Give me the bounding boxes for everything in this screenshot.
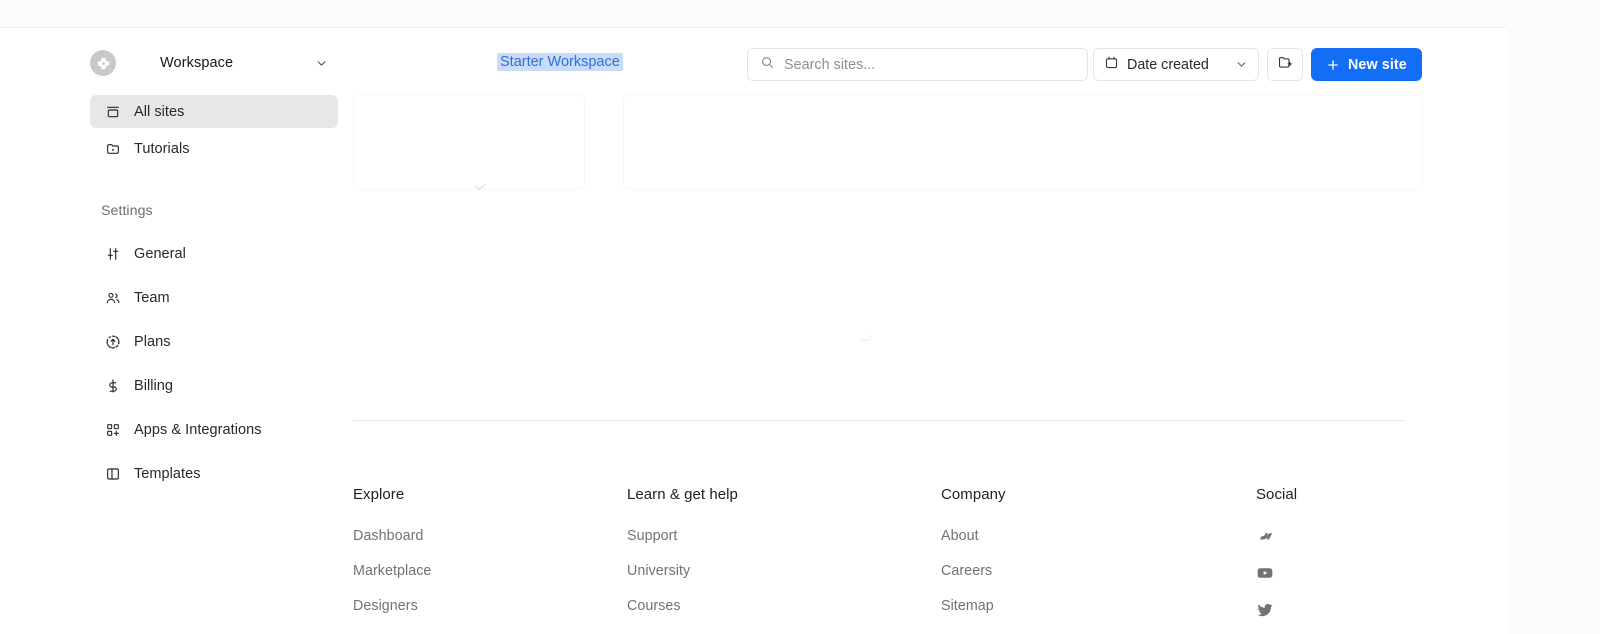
footer-link-about[interactable]: About [941, 528, 1064, 544]
new-site-button-label: New site [1348, 56, 1407, 73]
twitter-icon [1256, 601, 1274, 624]
sidebar-item-label: Team [134, 289, 170, 306]
page-footer: Explore Dashboard Marketplace Designers … [338, 448, 1507, 634]
layout-panel-icon [104, 465, 122, 483]
new-folder-button[interactable] [1267, 48, 1303, 81]
footer-link-courses[interactable]: Courses [627, 598, 738, 614]
clover-avatar-icon [90, 50, 116, 76]
workspace-switcher[interactable]: Workspace [90, 43, 338, 83]
sort-by-dropdown[interactable]: Date created [1093, 48, 1259, 81]
social-link-webflow[interactable] [1256, 528, 1276, 548]
top-toolbar: Starter Workspace Search sites... Date c… [338, 28, 1507, 96]
search-icon [760, 55, 775, 75]
social-links-list [1256, 528, 1297, 634]
page-right-gutter [1507, 0, 1600, 634]
footer-column-explore: Explore Dashboard Marketplace Designers [353, 486, 431, 633]
footer-link-sitemap[interactable]: Sitemap [941, 598, 1064, 614]
footer-column-title: Company [941, 486, 1006, 503]
search-sites-input[interactable]: Search sites... [747, 48, 1088, 81]
sidebar-item-plans[interactable]: Plans [90, 325, 338, 358]
plus-icon [1326, 58, 1340, 72]
webflow-icon [1256, 527, 1274, 550]
calendar-icon [1104, 55, 1119, 75]
workspace-name: Workspace [160, 55, 234, 71]
sidebar-item-tutorials[interactable]: Tutorials [90, 132, 338, 165]
sidebar-item-billing[interactable]: Billing [90, 369, 338, 402]
grid-plus-icon [104, 421, 122, 439]
footer-column-title: Learn & get help [627, 486, 738, 503]
sidebar-item-general[interactable]: General [90, 237, 338, 270]
loading-placeholder-card [623, 94, 1423, 190]
footer-column-social: Social [1256, 486, 1297, 634]
sites-content-area [338, 94, 1507, 392]
social-link-twitter[interactable] [1256, 602, 1276, 622]
loading-artifact [861, 334, 871, 341]
footer-column-learn-get-help: Learn & get help Support University Cour… [627, 486, 738, 634]
footer-link-marketplace[interactable]: Marketplace [353, 563, 431, 579]
upgrade-circle-icon [104, 333, 122, 351]
sidebar-item-label: Tutorials [134, 140, 190, 157]
sidebar: Workspace All sites Tutorials Settings G… [68, 28, 338, 634]
chevron-down-icon [315, 57, 328, 70]
briefcase-icon [104, 103, 122, 121]
sidebar-settings-group: General Team Plans Billing Apps & Integr… [90, 237, 338, 490]
footer-link-dashboard[interactable]: Dashboard [353, 528, 431, 544]
sidebar-nav: All sites Tutorials Settings General Tea… [90, 95, 338, 501]
sidebar-item-all-sites[interactable]: All sites [90, 95, 338, 128]
folder-plus-icon [1277, 54, 1293, 75]
social-link-youtube[interactable] [1256, 565, 1276, 585]
footer-link-support[interactable]: Support [627, 528, 738, 544]
footer-column-title: Social [1256, 486, 1298, 503]
dollar-icon [104, 377, 122, 395]
sidebar-item-label: Billing [134, 377, 174, 394]
youtube-icon [1256, 564, 1274, 587]
app-canvas: Workspace All sites Tutorials Settings G… [0, 0, 1600, 634]
sliders-icon [104, 245, 122, 263]
search-placeholder: Search sites... [784, 56, 876, 73]
sort-selected-value: Date created [1127, 56, 1209, 73]
sidebar-item-label: Apps & Integrations [134, 421, 262, 438]
app-shell: Workspace All sites Tutorials Settings G… [0, 28, 1507, 634]
sidebar-item-label: Plans [134, 333, 171, 350]
footer-column-company: Company About Careers Sitemap Become an … [941, 486, 1064, 634]
sidebar-item-label: All sites [134, 103, 185, 120]
sidebar-item-apps-integrations[interactable]: Apps & Integrations [90, 413, 338, 446]
browser-top-band [0, 0, 1600, 28]
footer-link-careers[interactable]: Careers [941, 563, 1064, 579]
loading-placeholder-card [353, 94, 585, 190]
chevron-down-icon [1235, 58, 1248, 71]
sidebar-item-team[interactable]: Team [90, 281, 338, 314]
play-folder-icon [104, 140, 122, 158]
sidebar-item-templates[interactable]: Templates [90, 457, 338, 490]
people-icon [104, 289, 122, 307]
new-site-button[interactable]: New site [1311, 48, 1422, 81]
footer-divider [353, 420, 1405, 421]
footer-column-title: Explore [353, 486, 405, 503]
sidebar-section-title: Settings [101, 203, 153, 219]
breadcrumb-workspace-name[interactable]: Starter Workspace [497, 53, 623, 71]
sidebar-item-label: Templates [134, 465, 201, 482]
footer-link-designers[interactable]: Designers [353, 598, 431, 614]
sidebar-item-label: General [134, 245, 186, 262]
footer-link-university[interactable]: University [627, 563, 738, 579]
